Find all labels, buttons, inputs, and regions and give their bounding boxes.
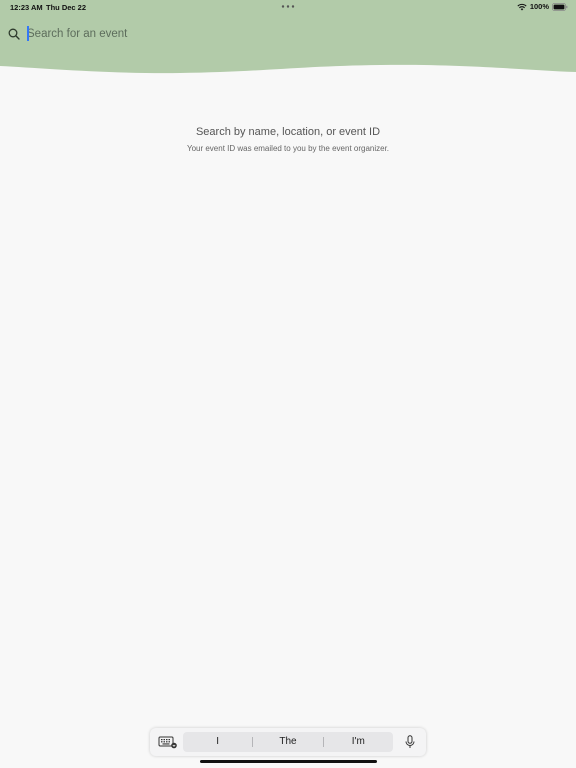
text-cursor bbox=[27, 26, 29, 41]
keyboard-shortcut-bar: I The I'm bbox=[150, 728, 426, 756]
status-time: 12:23 AM bbox=[10, 3, 43, 12]
empty-state-subtitle: Your event ID was emailed to you by the … bbox=[186, 144, 390, 153]
battery-percentage: 100% bbox=[529, 2, 549, 11]
search-icon bbox=[8, 28, 20, 40]
suggestion-2[interactable]: The bbox=[253, 732, 322, 752]
suggestion-3[interactable]: I'm bbox=[324, 732, 393, 752]
microphone-icon[interactable] bbox=[404, 735, 416, 749]
empty-state: Search by name, location, or event ID Yo… bbox=[0, 126, 576, 153]
status-bar: 12:23 AM Thu Dec 22 100% bbox=[0, 0, 576, 14]
status-date: Thu Dec 22 bbox=[46, 3, 87, 12]
predictive-suggestions: I The I'm bbox=[183, 732, 393, 752]
status-right: 100% bbox=[517, 2, 568, 11]
search-input[interactable] bbox=[27, 28, 407, 40]
screen: 12:23 AM Thu Dec 22 100% Search for an e… bbox=[0, 0, 576, 768]
home-indicator[interactable] bbox=[200, 760, 377, 763]
search-bar[interactable] bbox=[8, 24, 428, 44]
battery-icon bbox=[552, 2, 568, 11]
keyboard-hide-icon[interactable] bbox=[158, 735, 178, 749]
empty-state-title: Search by name, location, or event ID bbox=[195, 126, 381, 138]
multitasking-dots-icon[interactable] bbox=[281, 5, 295, 8]
suggestion-1[interactable]: I bbox=[183, 732, 252, 752]
wifi-icon bbox=[517, 3, 527, 10]
